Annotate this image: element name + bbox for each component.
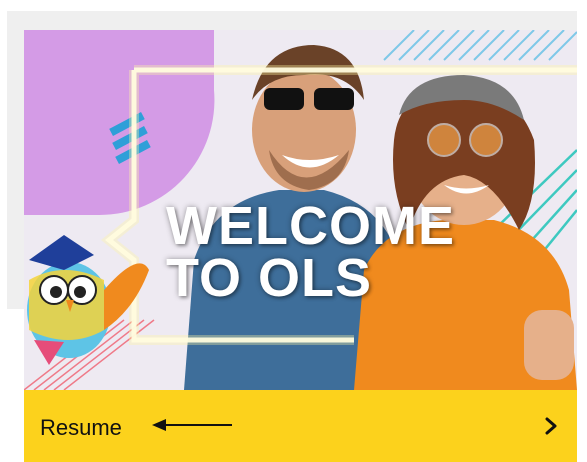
- resume-label: Resume: [40, 415, 122, 440]
- purple-shape: [24, 30, 215, 216]
- arrow-left-icon: [152, 418, 234, 437]
- chevron-right-icon[interactable]: [545, 417, 557, 440]
- welcome-banner: WELCOME TO OLS: [24, 30, 577, 390]
- course-card-page: WELCOME TO OLS Resume: [0, 0, 587, 462]
- resume-button[interactable]: Resume: [24, 390, 577, 462]
- welcome-headline: WELCOME TO OLS: [166, 196, 455, 308]
- course-card[interactable]: WELCOME TO OLS Resume: [24, 30, 577, 462]
- headline-line-1: WELCOME: [166, 196, 455, 256]
- hatch-pattern: [383, 30, 577, 61]
- headline-line-2: TO OLS: [166, 248, 373, 308]
